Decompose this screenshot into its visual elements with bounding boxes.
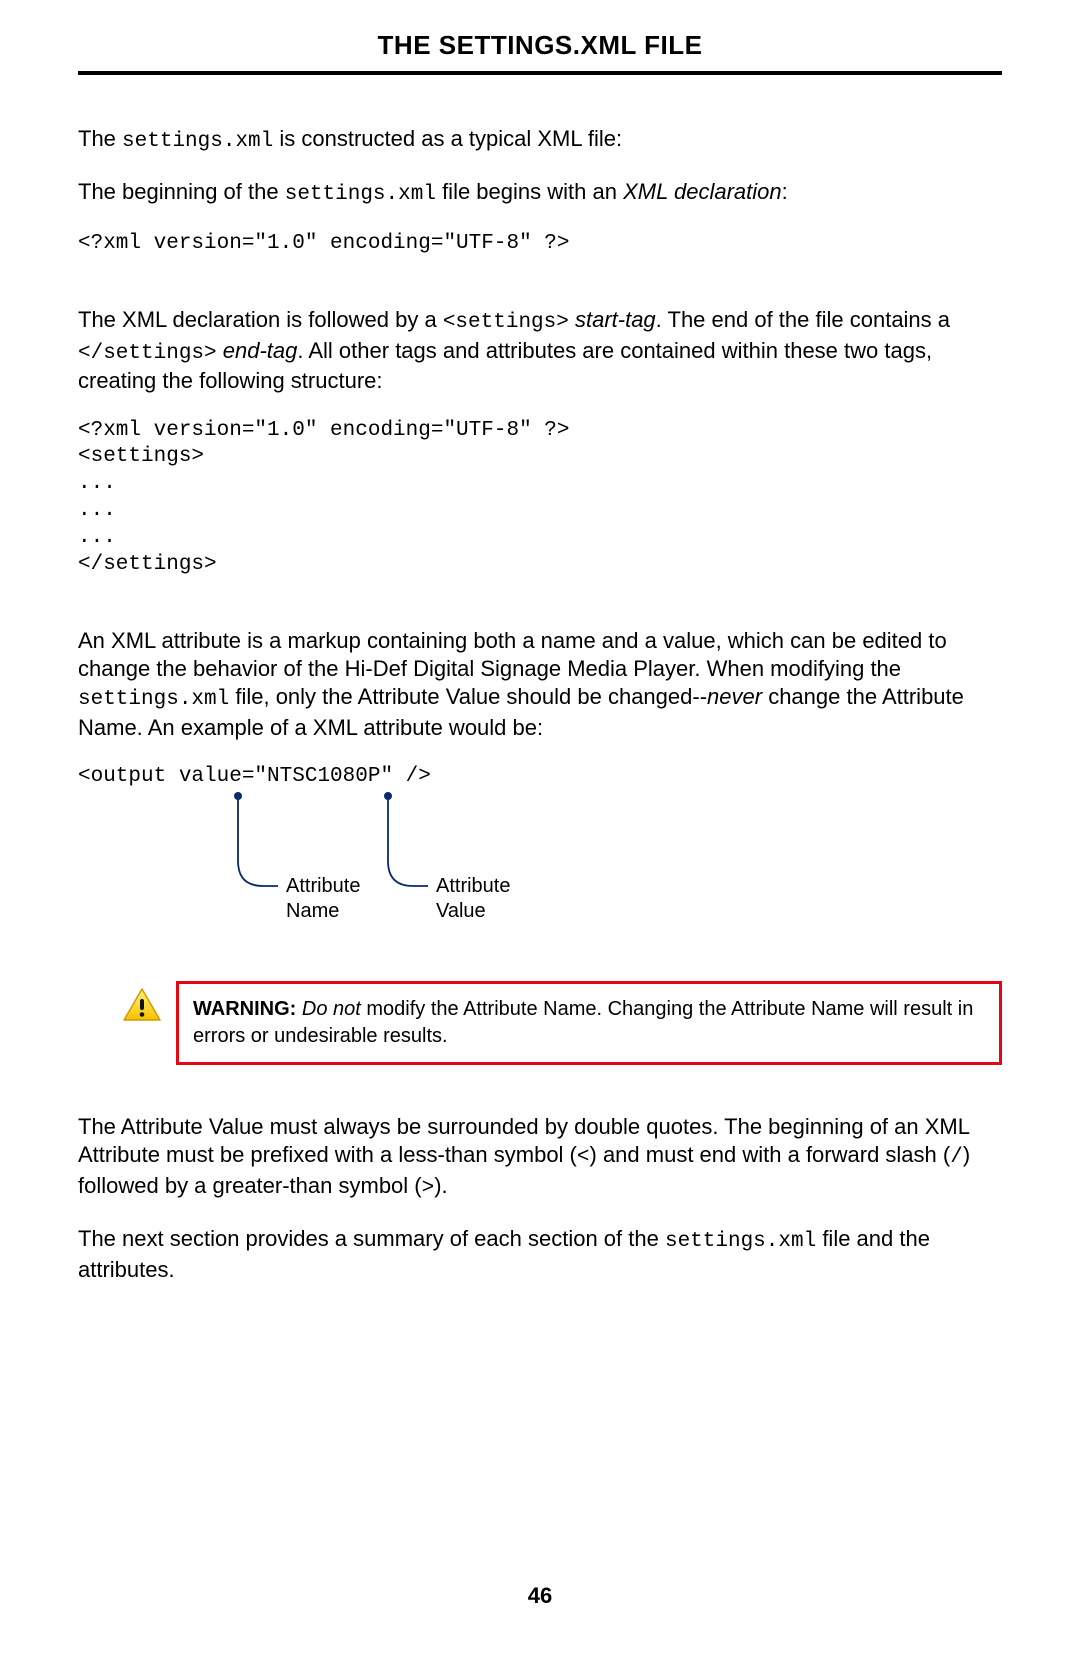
para-settings-tag: The XML declaration is followed by a <se… xyxy=(78,306,1002,396)
header-rule xyxy=(78,71,1002,75)
text: file begins with an xyxy=(436,179,623,204)
italic-text: start-tag xyxy=(569,307,656,332)
para-attribute-def: An XML attribute is a markup containing … xyxy=(78,627,1002,742)
para-next-section: The next section provides a summary of e… xyxy=(78,1225,1002,1284)
warning-label: WARNING: xyxy=(193,998,296,1020)
italic-text: Do not xyxy=(296,998,360,1020)
code-inline: / xyxy=(950,1146,963,1169)
code-inline: settings.xml xyxy=(78,688,229,711)
code-inline: settings.xml xyxy=(122,130,273,153)
code-block-declaration: <?xml version="1.0" encoding="UTF-8" ?> xyxy=(78,231,1002,258)
text: The XML declaration is followed by a xyxy=(78,307,443,332)
code-inline: </settings> xyxy=(78,342,217,365)
attribute-diagram: Attribute Name Attribute Value xyxy=(78,791,1002,941)
warning-box: WARNING: Do not modify the Attribute Nam… xyxy=(176,981,1002,1065)
italic-text: XML declaration xyxy=(623,179,782,204)
text: . The end of the file contains a xyxy=(656,307,950,332)
diagram-label-name: Attribute Name xyxy=(286,874,360,924)
code-block-structure: <?xml version="1.0" encoding="UTF-8" ?> … xyxy=(78,418,1002,579)
text: Name xyxy=(286,900,339,922)
text: Attribute xyxy=(286,875,360,897)
code-inline: < xyxy=(577,1146,590,1169)
text: The xyxy=(78,126,122,151)
para-beginning: The beginning of the settings.xml file b… xyxy=(78,178,1002,209)
code-block-output: <output value="NTSC1080P" /> xyxy=(78,764,1002,791)
text: The next section provides a summary of e… xyxy=(78,1226,665,1251)
text: ). xyxy=(434,1173,447,1198)
code-inline: settings.xml xyxy=(285,183,436,206)
warning-icon xyxy=(122,987,162,1028)
para-quotes: The Attribute Value must always be surro… xyxy=(78,1113,1002,1203)
text: is constructed as a typical XML file: xyxy=(273,126,622,151)
page-title: THE SETTINGS.XML FILE xyxy=(78,30,1002,71)
text: Attribute xyxy=(436,875,510,897)
code-inline: <settings> xyxy=(443,311,569,334)
para-intro: The settings.xml is constructed as a typ… xyxy=(78,125,1002,156)
text: Value xyxy=(436,900,486,922)
text: file, only the Attribute Value should be… xyxy=(229,684,707,709)
code-inline: settings.xml xyxy=(665,1230,816,1253)
text: : xyxy=(782,179,788,204)
italic-text: never xyxy=(707,684,762,709)
text: ) and must end with a forward slash ( xyxy=(590,1142,951,1167)
page-number: 46 xyxy=(0,1583,1080,1609)
code-inline: > xyxy=(422,1177,435,1200)
italic-text: end-tag xyxy=(217,338,298,363)
text: The beginning of the xyxy=(78,179,285,204)
diagram-label-value: Attribute Value xyxy=(436,874,510,924)
text: An XML attribute is a markup containing … xyxy=(78,628,947,681)
warning-callout: WARNING: Do not modify the Attribute Nam… xyxy=(122,981,1002,1065)
